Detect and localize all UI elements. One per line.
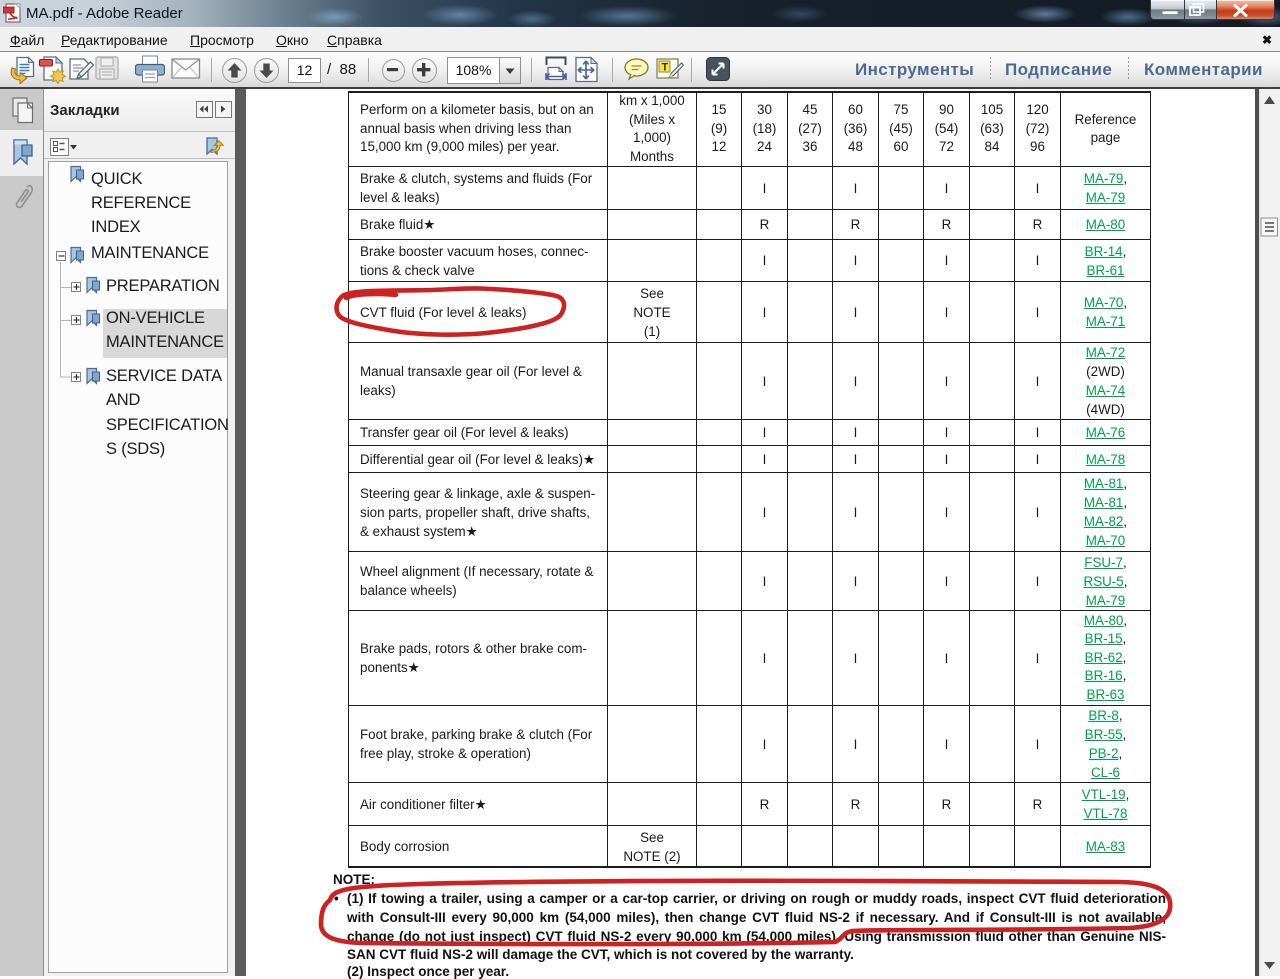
svg-text:T: T (662, 62, 669, 74)
